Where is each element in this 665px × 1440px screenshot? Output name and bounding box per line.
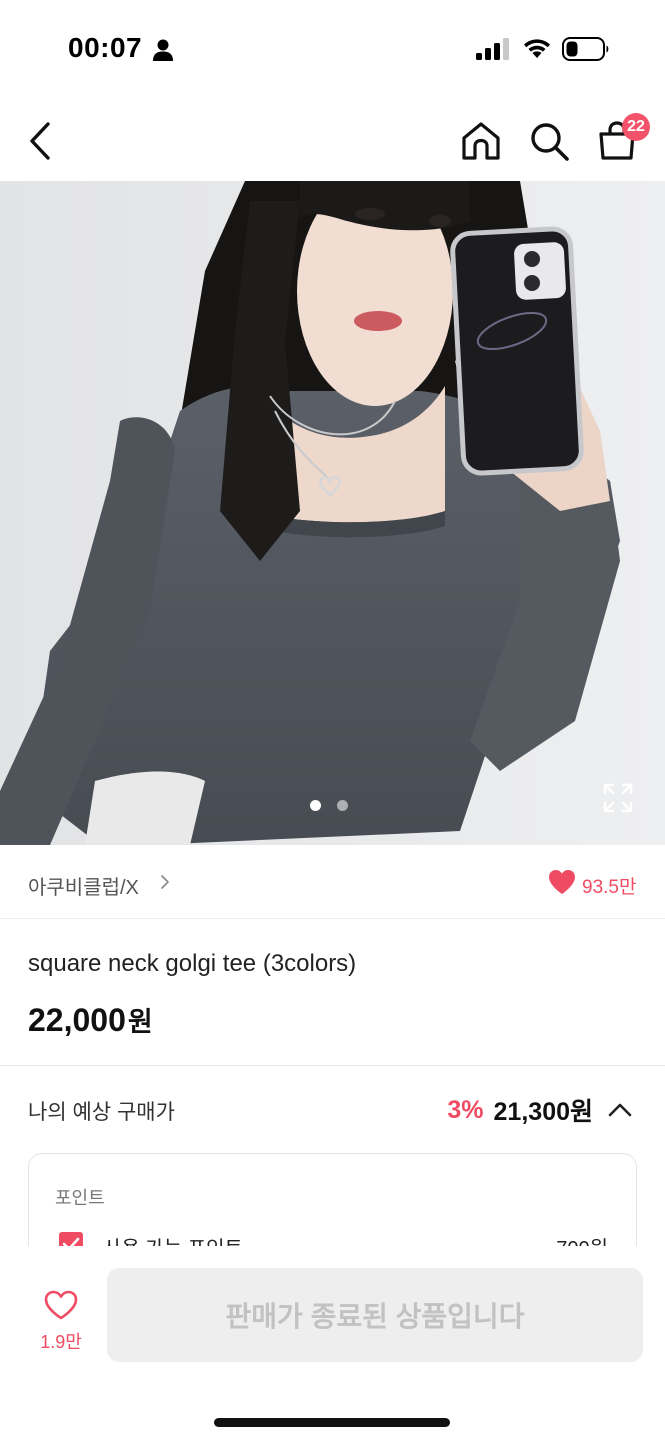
expected-price-value: 21,300원	[493, 1098, 593, 1126]
brand-row: 아쿠비클럽/X 93.5만	[0, 845, 665, 919]
wish-count: 1.9만	[40, 1332, 82, 1352]
wifi-icon	[524, 39, 550, 58]
brand-like-count: 93.5만	[582, 877, 637, 898]
sold-out-button[interactable]: 판매가 종료된 상품입니다	[107, 1268, 643, 1362]
discount-percent: 3%	[447, 1095, 484, 1124]
product-title: square neck golgi tee (3colors)	[28, 950, 357, 977]
product-price: 22,000	[28, 1002, 126, 1038]
chevron-right-icon[interactable]	[160, 874, 170, 890]
chevron-up-icon[interactable]	[607, 1102, 633, 1118]
heart-outline-icon[interactable]	[44, 1290, 78, 1320]
price-row: 22,000 원	[28, 1000, 153, 1039]
cellular-signal-icon	[476, 38, 509, 60]
cart-count-badge: 22	[622, 113, 650, 141]
battery-icon	[562, 37, 609, 61]
bottom-action-bar: 1.9만 판매가 종료된 상품입니다	[0, 1246, 665, 1440]
points-title: 포인트	[55, 1188, 105, 1208]
product-image[interactable]	[0, 181, 665, 845]
expected-price-label: 나의 예상 구매가	[28, 1101, 175, 1124]
home-indicator	[214, 1418, 450, 1427]
person-icon	[153, 39, 173, 61]
back-chevron-icon[interactable]	[22, 118, 62, 164]
section-divider	[0, 1065, 665, 1066]
heart-filled-icon[interactable]	[548, 869, 576, 895]
top-navigation	[0, 100, 665, 182]
pagination-dot-active[interactable]	[310, 800, 321, 811]
status-bar: 00:07	[0, 0, 665, 100]
gallery-pagination	[310, 800, 348, 811]
price-unit: 원	[127, 1007, 153, 1037]
pagination-dot[interactable]	[337, 800, 348, 811]
expand-icon[interactable]	[602, 782, 634, 814]
search-icon[interactable]	[528, 120, 570, 162]
status-time: 00:07	[68, 32, 143, 63]
product-photo	[0, 181, 665, 845]
brand-link[interactable]: 아쿠비클럽/X	[28, 871, 139, 900]
home-icon[interactable]	[460, 120, 502, 162]
expected-price-toggle[interactable]: 3% 21,300원	[447, 1092, 633, 1128]
